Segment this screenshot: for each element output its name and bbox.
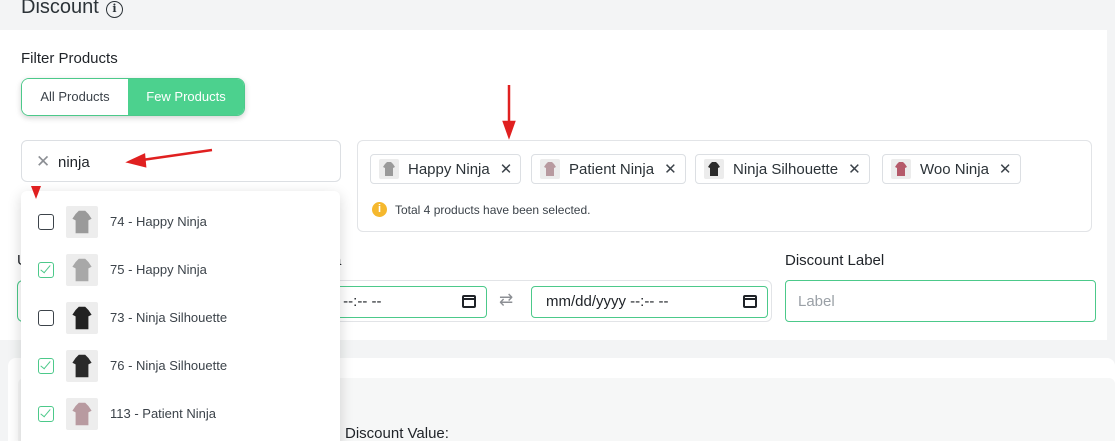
annotation-arrow-selected (502, 85, 516, 140)
annotation-arrows (31, 85, 516, 199)
annotation-arrow-search (125, 148, 213, 168)
annotation-arrow-dropdown (31, 186, 41, 199)
